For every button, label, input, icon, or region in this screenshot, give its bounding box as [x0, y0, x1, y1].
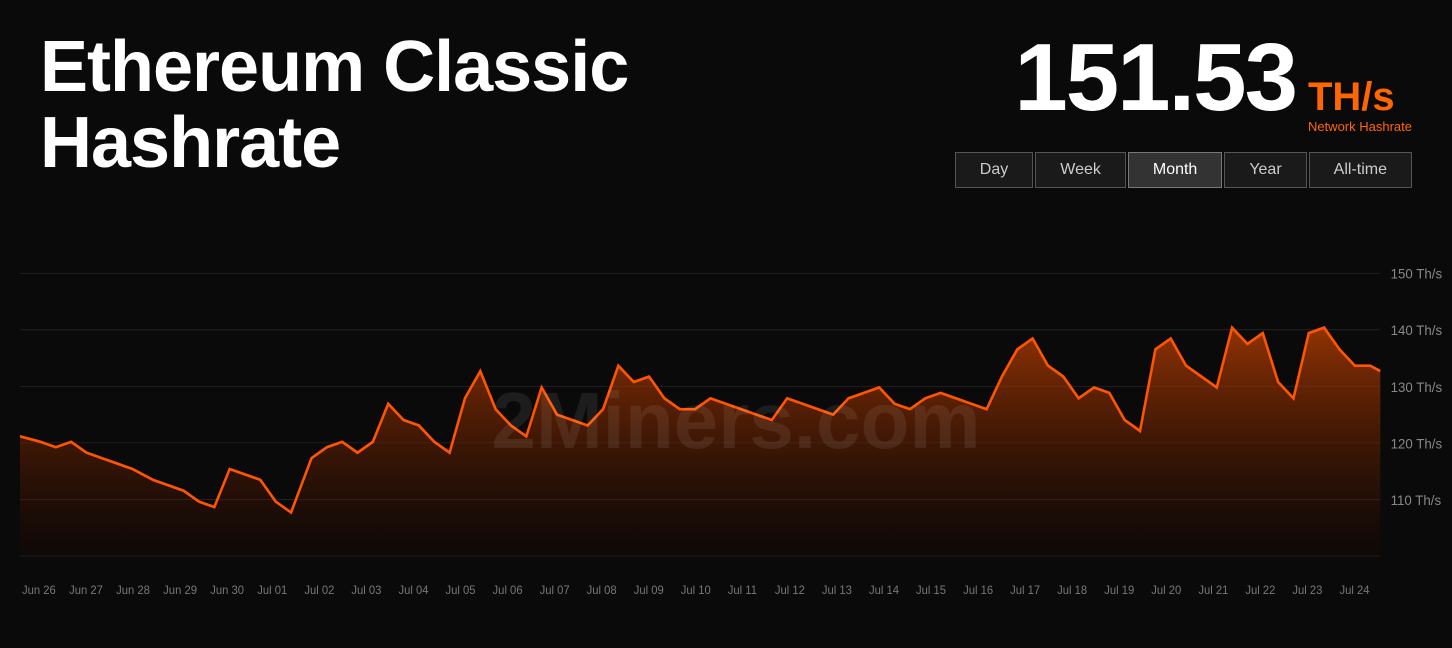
title-block: Ethereum Classic Hashrate — [40, 30, 955, 181]
filter-year[interactable]: Year — [1224, 152, 1306, 188]
svg-text:Jul 18: Jul 18 — [1057, 584, 1087, 597]
hashrate-value: 151.53 — [1014, 30, 1296, 126]
header: Ethereum Classic Hashrate 151.53 TH/s Ne… — [0, 0, 1452, 198]
svg-text:Jun 30: Jun 30 — [210, 584, 244, 597]
svg-text:Jul 03: Jul 03 — [351, 584, 381, 597]
filter-week[interactable]: Week — [1035, 152, 1126, 188]
svg-text:Jul 16: Jul 16 — [963, 584, 993, 597]
svg-text:Jul 09: Jul 09 — [634, 584, 664, 597]
svg-text:Jul 08: Jul 08 — [587, 584, 617, 597]
hashrate-label: Network Hashrate — [1308, 119, 1412, 134]
svg-text:Jun 28: Jun 28 — [116, 584, 150, 597]
svg-text:110 Th/s: 110 Th/s — [1391, 493, 1442, 508]
svg-text:Jul 06: Jul 06 — [493, 584, 523, 597]
time-filters: Day Week Month Year All-time — [955, 152, 1412, 188]
chart-area: 2Miners.com 150 Th/s 140 Th/s 130 Th — [20, 198, 1452, 643]
svg-text:Jul 01: Jul 01 — [257, 584, 287, 597]
svg-text:Jul 07: Jul 07 — [540, 584, 570, 597]
hashrate-unit-block: TH/s Network Hashrate — [1308, 77, 1412, 134]
svg-text:Jul 11: Jul 11 — [728, 584, 757, 597]
chart-svg: 150 Th/s 140 Th/s 130 Th/s 120 Th/s 110 … — [20, 208, 1452, 643]
svg-text:Jul 10: Jul 10 — [681, 584, 711, 597]
svg-text:Jul 24: Jul 24 — [1339, 584, 1370, 597]
svg-text:Jun 29: Jun 29 — [163, 584, 197, 597]
svg-text:Jul 21: Jul 21 — [1198, 584, 1228, 597]
svg-text:Jul 04: Jul 04 — [398, 584, 429, 597]
svg-text:Jul 13: Jul 13 — [822, 584, 852, 597]
svg-text:130 Th/s: 130 Th/s — [1391, 379, 1443, 394]
svg-text:Jul 12: Jul 12 — [775, 584, 805, 597]
svg-text:Jul 23: Jul 23 — [1292, 584, 1322, 597]
svg-text:Jul 14: Jul 14 — [869, 584, 900, 597]
svg-text:120 Th/s: 120 Th/s — [1391, 436, 1443, 451]
hashrate-unit: TH/s — [1308, 77, 1395, 117]
page-title: Ethereum Classic Hashrate — [40, 30, 955, 181]
svg-text:Jun 26: Jun 26 — [22, 584, 56, 597]
filter-alltime[interactable]: All-time — [1309, 152, 1412, 188]
svg-text:Jul 20: Jul 20 — [1151, 584, 1181, 597]
svg-text:150 Th/s: 150 Th/s — [1391, 266, 1443, 281]
page-container: Ethereum Classic Hashrate 151.53 TH/s Ne… — [0, 0, 1452, 643]
filter-day[interactable]: Day — [955, 152, 1033, 188]
svg-text:Jul 22: Jul 22 — [1245, 584, 1275, 597]
svg-text:140 Th/s: 140 Th/s — [1391, 323, 1443, 338]
filter-month[interactable]: Month — [1128, 152, 1222, 188]
svg-text:Jun 27: Jun 27 — [69, 584, 103, 597]
svg-text:Jul 05: Jul 05 — [446, 584, 476, 597]
svg-text:Jul 02: Jul 02 — [304, 584, 334, 597]
right-block: 151.53 TH/s Network Hashrate Day Week Mo… — [955, 30, 1412, 188]
hashrate-display: 151.53 TH/s Network Hashrate — [1014, 30, 1412, 134]
svg-text:Jul 17: Jul 17 — [1010, 584, 1040, 597]
svg-text:Jul 19: Jul 19 — [1104, 584, 1134, 597]
svg-text:Jul 15: Jul 15 — [916, 584, 946, 597]
